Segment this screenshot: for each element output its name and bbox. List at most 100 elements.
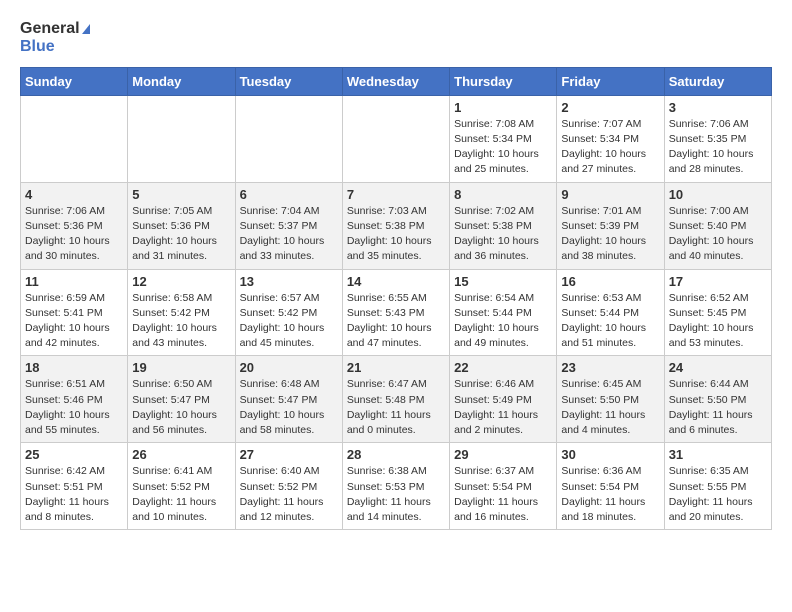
day-number: 8 — [454, 187, 552, 202]
day-number: 27 — [240, 447, 338, 462]
day-number: 29 — [454, 447, 552, 462]
calendar-day-10: 10Sunrise: 7:00 AM Sunset: 5:40 PM Dayli… — [664, 182, 771, 269]
day-number: 20 — [240, 360, 338, 375]
day-number: 22 — [454, 360, 552, 375]
day-number: 24 — [669, 360, 767, 375]
day-info: Sunrise: 7:07 AM Sunset: 5:34 PM Dayligh… — [561, 117, 659, 178]
day-info: Sunrise: 7:04 AM Sunset: 5:37 PM Dayligh… — [240, 204, 338, 265]
calendar-day-22: 22 Sunrise: 6:46 AM Sunset: 5:49 PM Dayli… — [450, 356, 557, 443]
calendar-day-26: 26 Sunrise: 6:41 AM Sunset: 5:52 PM Dayli… — [128, 443, 235, 530]
calendar-day-31: 31Sunrise: 6:35 AM Sunset: 5:55 PM Dayli… — [664, 443, 771, 530]
day-number: 18 — [25, 360, 123, 375]
day-number: 2 — [561, 100, 659, 115]
day-number: 4 — [25, 187, 123, 202]
calendar-day-3: 3 Sunrise: 7:06 AM Sunset: 5:35 PM Daylig… — [664, 95, 771, 182]
empty-cell — [128, 95, 235, 182]
day-number: 31 — [669, 447, 767, 462]
day-info: Sunrise: 6:47 AM Sunset: 5:48 PM Dayligh… — [347, 377, 445, 438]
column-header-wednesday: Wednesday — [342, 67, 449, 95]
column-header-tuesday: Tuesday — [235, 67, 342, 95]
calendar-day-15: 15 Sunrise: 6:54 AM Sunset: 5:44 PM Dayli… — [450, 269, 557, 356]
calendar-week-3: 11 Sunrise: 6:59 AM Sunset: 5:41 PM Dayli… — [21, 269, 772, 356]
calendar-week-4: 18 Sunrise: 6:51 AM Sunset: 5:46 PM Dayli… — [21, 356, 772, 443]
day-number: 30 — [561, 447, 659, 462]
day-info: Sunrise: 6:46 AM Sunset: 5:49 PM Dayligh… — [454, 377, 552, 438]
day-number: 14 — [347, 274, 445, 289]
day-number: 28 — [347, 447, 445, 462]
day-info: Sunrise: 6:54 AM Sunset: 5:44 PM Dayligh… — [454, 291, 552, 352]
day-number: 13 — [240, 274, 338, 289]
page-header: General Blue — [20, 20, 772, 57]
calendar-header-row: SundayMondayTuesdayWednesdayThursdayFrid… — [21, 67, 772, 95]
calendar-day-30: 30 Sunrise: 6:36 AM Sunset: 5:54 PM Dayli… — [557, 443, 664, 530]
day-number: 7 — [347, 187, 445, 202]
day-info: Sunrise: 6:41 AM Sunset: 5:52 PM Dayligh… — [132, 464, 230, 525]
day-number: 5 — [132, 187, 230, 202]
empty-cell — [342, 95, 449, 182]
calendar-day-1: 1 Sunrise: 7:08 AM Sunset: 5:34 PM Daylig… — [450, 95, 557, 182]
calendar-table: SundayMondayTuesdayWednesdayThursdayFrid… — [20, 67, 772, 530]
calendar-day-4: 4 Sunrise: 7:06 AM Sunset: 5:36 PM Daylig… — [21, 182, 128, 269]
calendar-day-11: 11 Sunrise: 6:59 AM Sunset: 5:41 PM Dayli… — [21, 269, 128, 356]
column-header-friday: Friday — [557, 67, 664, 95]
day-info: Sunrise: 6:40 AM Sunset: 5:52 PM Dayligh… — [240, 464, 338, 525]
day-info: Sunrise: 7:06 AM Sunset: 5:36 PM Dayligh… — [25, 204, 123, 265]
day-number: 19 — [132, 360, 230, 375]
day-info: Sunrise: 6:36 AM Sunset: 5:54 PM Dayligh… — [561, 464, 659, 525]
column-header-thursday: Thursday — [450, 67, 557, 95]
day-info: Sunrise: 7:00 AM Sunset: 5:40 PM Dayligh… — [669, 204, 767, 265]
calendar-day-27: 27 Sunrise: 6:40 AM Sunset: 5:52 PM Dayli… — [235, 443, 342, 530]
calendar-day-25: 25 Sunrise: 6:42 AM Sunset: 5:51 PM Dayli… — [21, 443, 128, 530]
calendar-day-6: 6 Sunrise: 7:04 AM Sunset: 5:37 PM Daylig… — [235, 182, 342, 269]
day-info: Sunrise: 7:02 AM Sunset: 5:38 PM Dayligh… — [454, 204, 552, 265]
day-info: Sunrise: 6:51 AM Sunset: 5:46 PM Dayligh… — [25, 377, 123, 438]
column-header-sunday: Sunday — [21, 67, 128, 95]
day-info: Sunrise: 6:45 AM Sunset: 5:50 PM Dayligh… — [561, 377, 659, 438]
calendar-week-2: 4 Sunrise: 7:06 AM Sunset: 5:36 PM Daylig… — [21, 182, 772, 269]
day-info: Sunrise: 6:38 AM Sunset: 5:53 PM Dayligh… — [347, 464, 445, 525]
calendar-day-13: 13 Sunrise: 6:57 AM Sunset: 5:42 PM Dayli… — [235, 269, 342, 356]
day-number: 3 — [669, 100, 767, 115]
day-number: 23 — [561, 360, 659, 375]
day-info: Sunrise: 6:50 AM Sunset: 5:47 PM Dayligh… — [132, 377, 230, 438]
logo: General Blue — [20, 20, 90, 57]
logo-blue: Blue — [20, 38, 90, 56]
day-info: Sunrise: 7:06 AM Sunset: 5:35 PM Dayligh… — [669, 117, 767, 178]
calendar-day-5: 5 Sunrise: 7:05 AM Sunset: 5:36 PM Daylig… — [128, 182, 235, 269]
calendar-day-2: 2 Sunrise: 7:07 AM Sunset: 5:34 PM Daylig… — [557, 95, 664, 182]
calendar-day-9: 9 Sunrise: 7:01 AM Sunset: 5:39 PM Daylig… — [557, 182, 664, 269]
day-info: Sunrise: 6:44 AM Sunset: 5:50 PM Dayligh… — [669, 377, 767, 438]
day-info: Sunrise: 6:59 AM Sunset: 5:41 PM Dayligh… — [25, 291, 123, 352]
column-header-saturday: Saturday — [664, 67, 771, 95]
day-number: 6 — [240, 187, 338, 202]
day-number: 26 — [132, 447, 230, 462]
calendar-day-24: 24 Sunrise: 6:44 AM Sunset: 5:50 PM Dayli… — [664, 356, 771, 443]
day-number: 9 — [561, 187, 659, 202]
day-info: Sunrise: 6:55 AM Sunset: 5:43 PM Dayligh… — [347, 291, 445, 352]
day-info: Sunrise: 6:58 AM Sunset: 5:42 PM Dayligh… — [132, 291, 230, 352]
calendar-week-1: 1 Sunrise: 7:08 AM Sunset: 5:34 PM Daylig… — [21, 95, 772, 182]
day-number: 11 — [25, 274, 123, 289]
logo-general: General — [20, 20, 90, 38]
day-info: Sunrise: 6:52 AM Sunset: 5:45 PM Dayligh… — [669, 291, 767, 352]
day-number: 15 — [454, 274, 552, 289]
day-number: 12 — [132, 274, 230, 289]
day-info: Sunrise: 6:53 AM Sunset: 5:44 PM Dayligh… — [561, 291, 659, 352]
calendar-day-7: 7Sunrise: 7:03 AM Sunset: 5:38 PM Daylig… — [342, 182, 449, 269]
day-info: Sunrise: 6:57 AM Sunset: 5:42 PM Dayligh… — [240, 291, 338, 352]
calendar-day-20: 20Sunrise: 6:48 AM Sunset: 5:47 PM Dayli… — [235, 356, 342, 443]
day-info: Sunrise: 7:08 AM Sunset: 5:34 PM Dayligh… — [454, 117, 552, 178]
day-number: 25 — [25, 447, 123, 462]
day-info: Sunrise: 6:42 AM Sunset: 5:51 PM Dayligh… — [25, 464, 123, 525]
calendar-day-14: 14 Sunrise: 6:55 AM Sunset: 5:43 PM Dayli… — [342, 269, 449, 356]
day-number: 17 — [669, 274, 767, 289]
day-number: 1 — [454, 100, 552, 115]
calendar-day-21: 21Sunrise: 6:47 AM Sunset: 5:48 PM Dayli… — [342, 356, 449, 443]
calendar-day-16: 16Sunrise: 6:53 AM Sunset: 5:44 PM Dayli… — [557, 269, 664, 356]
empty-cell — [21, 95, 128, 182]
day-info: Sunrise: 7:05 AM Sunset: 5:36 PM Dayligh… — [132, 204, 230, 265]
day-info: Sunrise: 7:01 AM Sunset: 5:39 PM Dayligh… — [561, 204, 659, 265]
calendar-week-5: 25 Sunrise: 6:42 AM Sunset: 5:51 PM Dayli… — [21, 443, 772, 530]
calendar-day-8: 8 Sunrise: 7:02 AM Sunset: 5:38 PM Daylig… — [450, 182, 557, 269]
calendar-day-17: 17 Sunrise: 6:52 AM Sunset: 5:45 PM Dayli… — [664, 269, 771, 356]
